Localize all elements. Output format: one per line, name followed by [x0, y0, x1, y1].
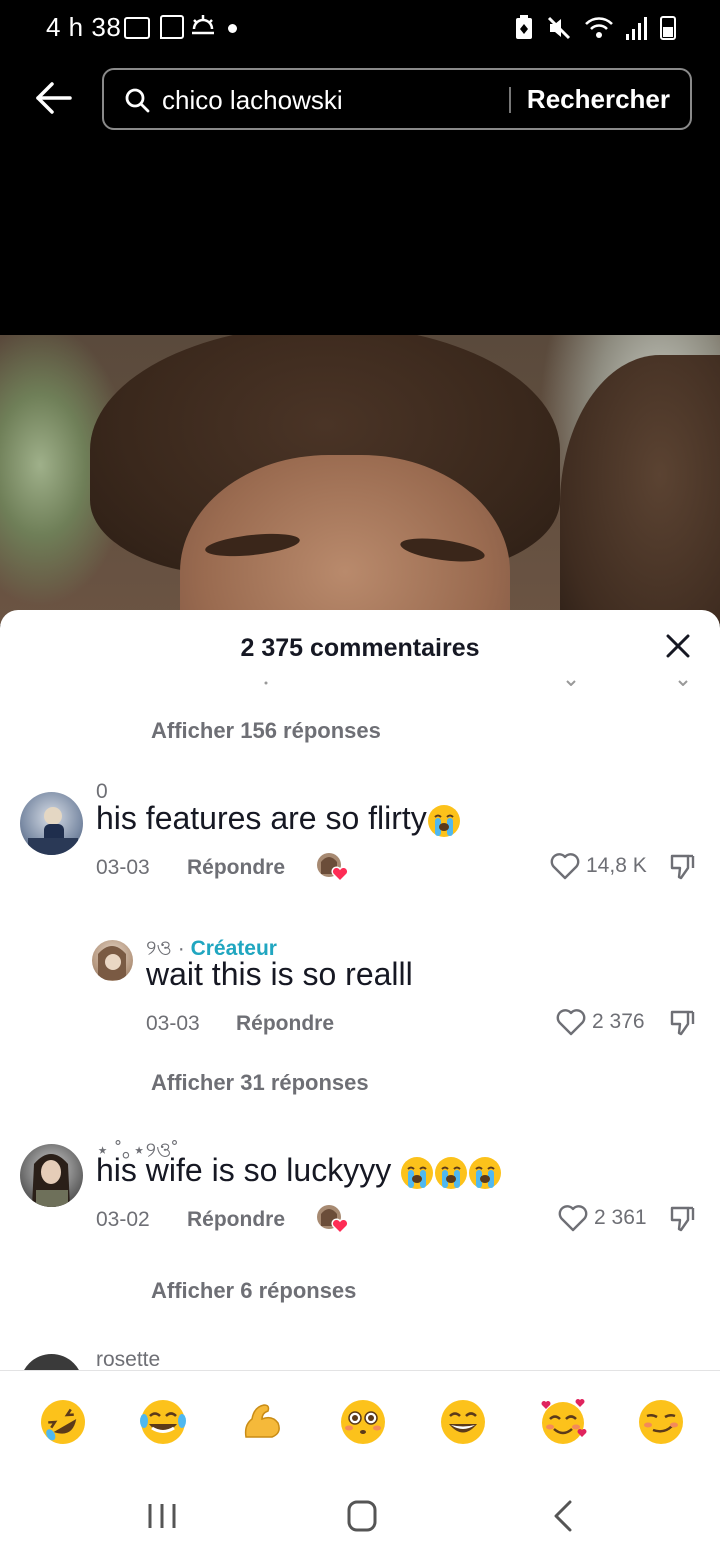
reply-date: 03-03 — [146, 1012, 200, 1035]
like-count: 14,8 K — [586, 854, 647, 877]
back-arrow-icon[interactable] — [34, 78, 74, 118]
emoji-quick-bar — [0, 1370, 720, 1478]
dislike-icon[interactable] — [668, 852, 696, 880]
like-button[interactable]: 2 361 — [558, 1204, 647, 1232]
comment-username[interactable]: rosette — [96, 1348, 160, 1370]
loudly-crying-face-icon — [469, 1156, 502, 1189]
comment-date: 03-02 — [96, 1208, 150, 1231]
wifi-icon — [585, 17, 613, 38]
avatar-image — [28, 807, 78, 855]
search-icon — [125, 88, 150, 113]
recent-apps-icon[interactable] — [142, 1500, 182, 1532]
creator-liked-icon — [317, 1205, 349, 1234]
view-replies-link[interactable]: Afficher 6 réponses — [151, 1278, 356, 1304]
smiling-face-with-hearts-icon[interactable] — [538, 1397, 588, 1447]
avatar[interactable] — [20, 1144, 83, 1207]
creator-liked-icon — [317, 853, 349, 882]
battery-icon — [660, 16, 676, 40]
like-count: 2 361 — [594, 1206, 647, 1229]
search-bar[interactable]: chico lachowski Rechercher — [102, 68, 692, 130]
flushed-face-icon[interactable] — [338, 1397, 388, 1447]
status-right-icons — [514, 14, 676, 42]
clipped-mark — [678, 680, 688, 686]
view-replies-link[interactable]: Afficher 31 réponses — [151, 1070, 369, 1096]
close-icon[interactable] — [664, 632, 692, 660]
clipped-mark — [566, 680, 576, 686]
reply-text: wait this is so realll — [146, 956, 413, 992]
status-bar: 4 h 38 — [0, 0, 720, 56]
like-count: 2 376 — [592, 1010, 645, 1033]
loudly-crying-face-icon — [435, 1156, 468, 1189]
signal-icon — [626, 17, 647, 40]
dislike-icon[interactable] — [668, 1008, 696, 1036]
video-person-background — [560, 355, 720, 625]
like-button[interactable]: 2 376 — [556, 1008, 645, 1036]
loudly-crying-face-icon — [401, 1156, 434, 1189]
comment-text: his wife is so luckyyy — [96, 1152, 502, 1190]
search-divider — [509, 87, 511, 113]
rolling-on-floor-laughing-icon[interactable] — [38, 1397, 88, 1447]
system-nav-bar — [0, 1470, 720, 1560]
search-button[interactable]: Rechercher — [527, 84, 670, 115]
view-replies-link[interactable]: Afficher 156 réponses — [151, 718, 381, 744]
avatar[interactable] — [92, 940, 133, 981]
comment-text: his features are so flirty — [96, 800, 461, 838]
clipped-mark — [264, 681, 268, 685]
loudly-crying-face-icon — [427, 804, 460, 837]
comments-list[interactable]: Afficher 156 réponses 0 his features are… — [0, 680, 720, 1370]
home-icon[interactable] — [342, 1500, 382, 1532]
video-player[interactable] — [0, 335, 720, 625]
notification-dot — [228, 24, 237, 33]
heart-icon — [558, 1205, 588, 1232]
avatar-image — [98, 946, 126, 980]
weather-icon — [192, 15, 214, 35]
reply-button[interactable]: Répondre — [236, 1012, 334, 1036]
avatar-image — [32, 1154, 70, 1207]
smirking-face-icon[interactable] — [636, 1397, 686, 1447]
beaming-face-icon[interactable] — [438, 1397, 488, 1447]
status-time: 4 h 38 — [46, 12, 122, 42]
comment-body: his features are so flirty — [96, 800, 427, 836]
reply-button[interactable]: Répondre — [187, 1208, 285, 1232]
comments-sheet: 2 375 commentaires Afficher 156 réponses… — [0, 610, 720, 1560]
like-button[interactable]: 14,8 K — [550, 852, 647, 880]
face-with-tears-of-joy-icon[interactable] — [138, 1397, 188, 1447]
dislike-icon[interactable] — [668, 1204, 696, 1232]
comment-body: his wife is so luckyyy — [96, 1152, 392, 1188]
comment-date: 03-03 — [96, 856, 150, 879]
flexed-biceps-icon[interactable] — [238, 1397, 288, 1447]
battery-saver-icon — [516, 15, 532, 39]
avatar[interactable] — [20, 1354, 83, 1370]
avatar[interactable] — [20, 792, 83, 855]
heart-icon — [556, 1009, 586, 1036]
mute-icon — [547, 16, 571, 40]
twitch-icon — [160, 15, 184, 39]
search-input[interactable]: chico lachowski — [162, 85, 343, 116]
gallery-icon — [124, 17, 150, 39]
heart-icon — [550, 853, 580, 880]
comments-count-title: 2 375 commentaires — [240, 634, 480, 662]
back-icon[interactable] — [544, 1500, 584, 1532]
reply-button[interactable]: Répondre — [187, 856, 285, 880]
